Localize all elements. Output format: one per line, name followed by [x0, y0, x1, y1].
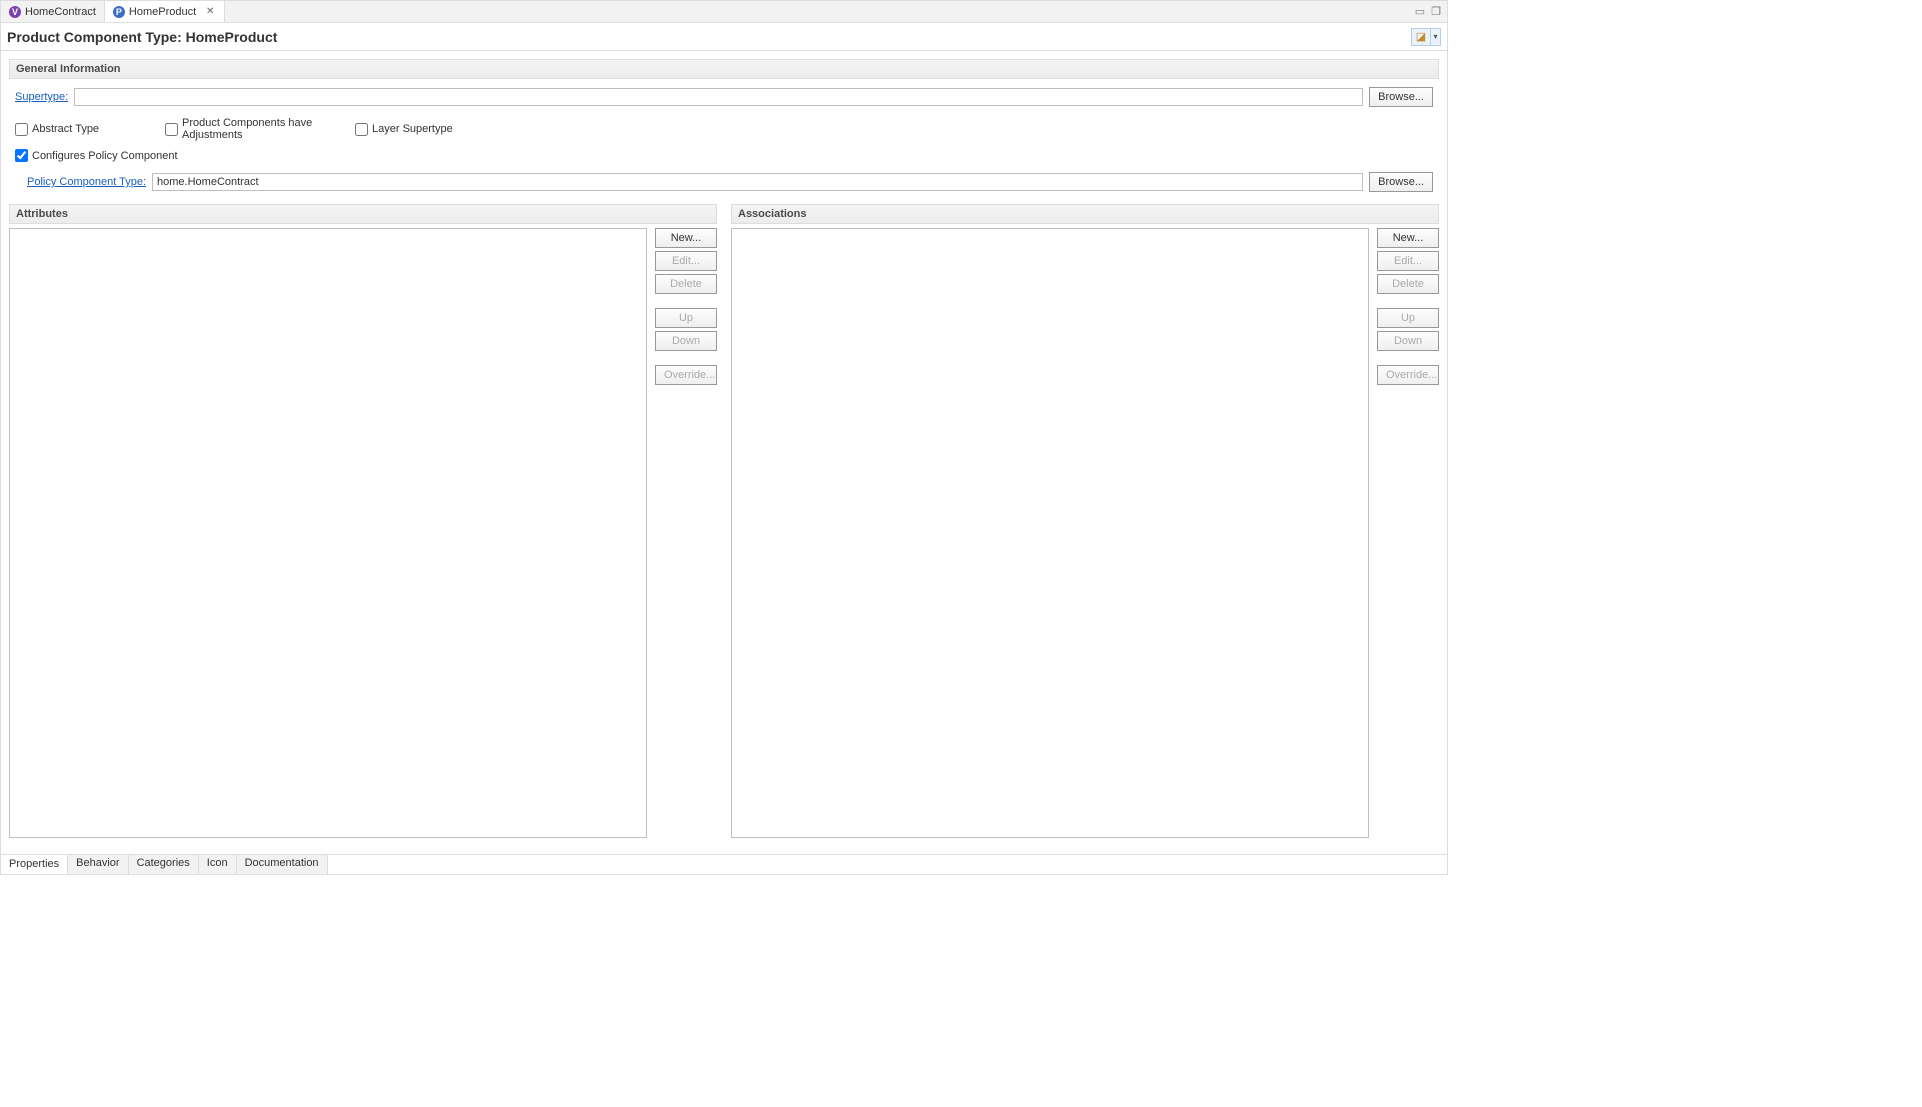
tabbar-controls: ▭ ❐ [1415, 5, 1447, 18]
product-type-icon: P [113, 6, 125, 18]
assoc-edit-button: Edit... [1377, 251, 1439, 271]
assoc-delete-button: Delete [1377, 274, 1439, 294]
row-policy-type: Policy Component Type: Browse... [9, 168, 1439, 196]
layer-supertype-label: Layer Supertype [372, 123, 453, 135]
layer-supertype-checkbox[interactable] [355, 123, 368, 136]
assoc-up-button: Up [1377, 308, 1439, 328]
attr-up-button: Up [655, 308, 717, 328]
browse-policy-type-button[interactable]: Browse... [1369, 172, 1433, 192]
btab-categories[interactable]: Categories [129, 855, 199, 874]
tab-homecontract[interactable]: V HomeContract [1, 1, 105, 22]
assoc-override-button: Override... [1377, 365, 1439, 385]
configures-label: Configures Policy Component [32, 150, 178, 162]
header-action-icon[interactable]: ◪ [1411, 28, 1431, 46]
section-attributes: Attributes [9, 204, 717, 224]
assoc-new-button[interactable]: New... [1377, 228, 1439, 248]
tab-label: HomeContract [25, 6, 96, 18]
header-action-dropdown[interactable]: ▾ [1431, 28, 1441, 46]
close-icon[interactable]: ✕ [204, 6, 216, 18]
minimize-icon[interactable]: ▭ [1415, 5, 1425, 18]
row-configures: Configures Policy Component [9, 147, 1439, 164]
attr-override-button: Override... [655, 365, 717, 385]
attr-new-button[interactable]: New... [655, 228, 717, 248]
attr-down-button: Down [655, 331, 717, 351]
bottom-tabbar: Properties Behavior Categories Icon Docu… [1, 854, 1447, 874]
configures-checkbox[interactable] [15, 149, 28, 162]
browse-supertype-button[interactable]: Browse... [1369, 87, 1433, 107]
editor-content: General Information Supertype: Browse...… [1, 51, 1447, 854]
maximize-icon[interactable]: ❐ [1431, 5, 1441, 18]
attr-delete-button: Delete [655, 274, 717, 294]
section-associations: Associations [731, 204, 1439, 224]
btab-documentation[interactable]: Documentation [237, 855, 328, 874]
btab-behavior[interactable]: Behavior [68, 855, 128, 874]
policy-type-label-link[interactable]: Policy Component Type: [27, 176, 146, 188]
policy-type-input[interactable] [152, 173, 1363, 191]
section-general-info: General Information [9, 59, 1439, 79]
abstract-type-checkbox-wrap: Abstract Type [15, 117, 165, 141]
attributes-column: Attributes New... Edit... Delete Up Down… [9, 204, 717, 842]
layer-supertype-checkbox-wrap: Layer Supertype [355, 117, 453, 141]
editor-window: V HomeContract P HomeProduct ✕ ▭ ❐ Produ… [0, 0, 1448, 875]
adjustments-checkbox-wrap: Product Components have Adjustments [165, 117, 355, 141]
columns: Attributes New... Edit... Delete Up Down… [9, 200, 1439, 846]
associations-column: Associations New... Edit... Delete Up Do… [731, 204, 1439, 842]
supertype-label-link[interactable]: Supertype: [15, 91, 68, 103]
editor-header: Product Component Type: HomeProduct ◪ ▾ [1, 23, 1447, 51]
header-actions: ◪ ▾ [1411, 28, 1441, 46]
assoc-down-button: Down [1377, 331, 1439, 351]
tab-homeproduct[interactable]: P HomeProduct ✕ [105, 1, 225, 22]
policy-type-icon: V [9, 6, 21, 18]
row-type-flags: Abstract Type Product Components have Ad… [9, 115, 1439, 143]
associations-buttons: New... Edit... Delete Up Down Override..… [1377, 228, 1439, 838]
supertype-input[interactable] [74, 88, 1363, 106]
row-supertype: Supertype: Browse... [9, 83, 1439, 111]
abstract-type-checkbox[interactable] [15, 123, 28, 136]
adjustments-label: Product Components have Adjustments [182, 117, 355, 141]
attributes-body: New... Edit... Delete Up Down Override..… [9, 224, 717, 842]
page-title: Product Component Type: HomeProduct [7, 29, 277, 45]
editor-tabbar: V HomeContract P HomeProduct ✕ ▭ ❐ [1, 1, 1447, 23]
associations-list[interactable] [731, 228, 1369, 838]
attr-edit-button: Edit... [655, 251, 717, 271]
btab-icon[interactable]: Icon [199, 855, 237, 874]
attributes-list[interactable] [9, 228, 647, 838]
attributes-buttons: New... Edit... Delete Up Down Override..… [655, 228, 717, 838]
abstract-type-label: Abstract Type [32, 123, 99, 135]
tab-label: HomeProduct [129, 6, 196, 18]
associations-body: New... Edit... Delete Up Down Override..… [731, 224, 1439, 842]
btab-properties[interactable]: Properties [1, 855, 68, 874]
adjustments-checkbox[interactable] [165, 123, 178, 136]
